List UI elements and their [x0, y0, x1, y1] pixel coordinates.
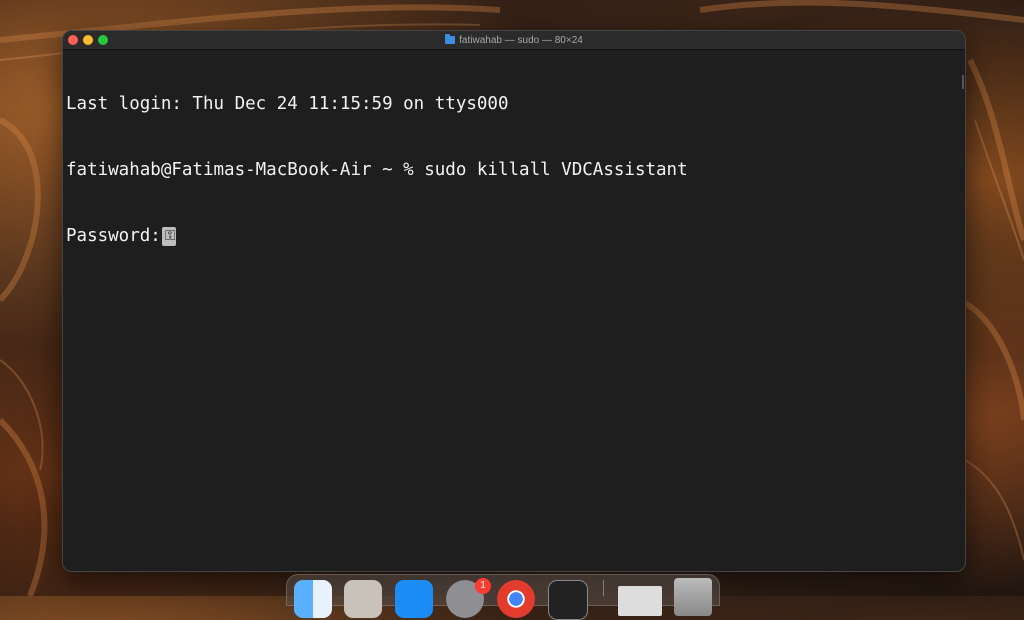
app-store-icon[interactable] [395, 580, 433, 618]
folder-icon [445, 34, 456, 44]
preview-icon[interactable] [618, 586, 662, 616]
dock-separator [603, 580, 604, 596]
terminal-output[interactable]: Last login: Thu Dec 24 11:15:59 on ttys0… [66, 49, 955, 571]
terminal-icon[interactable] [548, 580, 588, 620]
command-text: fatiwahab@Fatimas-MacBook-Air ~ % sudo k… [66, 160, 688, 180]
title-bar[interactable]: fatiwahab — sudo — 80×24 [63, 31, 965, 50]
terminal-window[interactable]: fatiwahab — sudo — 80×24 Last login: Thu… [62, 30, 966, 572]
trash-icon[interactable] [674, 578, 712, 616]
window-title-area: fatiwahab — sudo — 80×24 [63, 31, 965, 49]
terminal-line: Password: ⚿ [66, 225, 955, 247]
key-icon: ⚿ [161, 226, 176, 246]
terminal-line: Last login: Thu Dec 24 11:15:59 on ttys0… [66, 93, 955, 115]
scrollbar[interactable] [962, 75, 964, 89]
password-prompt: Password: [66, 226, 161, 246]
last-login-text: Last login: Thu Dec 24 11:15:59 on ttys0… [66, 94, 509, 114]
launchpad-icon[interactable] [344, 580, 382, 618]
terminal-line: fatiwahab@Fatimas-MacBook-Air ~ % sudo k… [66, 159, 955, 181]
chrome-icon[interactable] [497, 580, 535, 618]
notification-badge: 1 [475, 578, 491, 594]
window-title: fatiwahab — sudo — 80×24 [459, 34, 583, 46]
finder-icon[interactable] [294, 580, 332, 618]
